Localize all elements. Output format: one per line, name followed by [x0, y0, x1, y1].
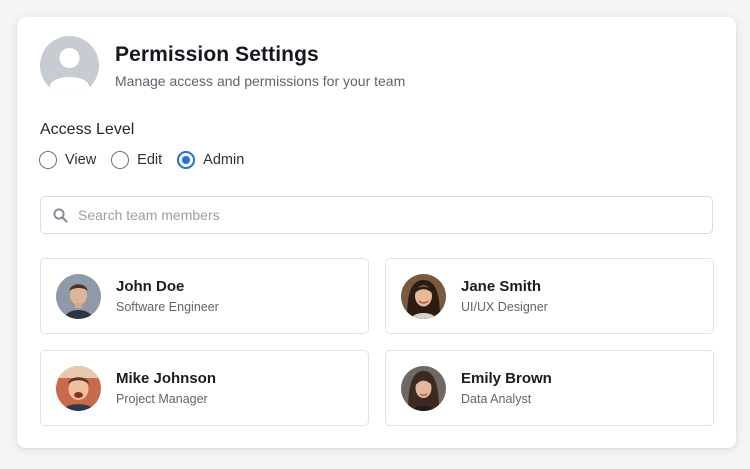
team-members-grid: John Doe Software Engineer Jane Smith UI… — [40, 258, 714, 426]
member-info: John Doe Software Engineer — [116, 277, 219, 315]
member-info: Jane Smith UI/UX Designer — [461, 277, 548, 315]
member-name: Jane Smith — [461, 278, 542, 295]
radio-admin[interactable]: Admin — [177, 151, 244, 169]
avatar — [56, 273, 101, 319]
header-text: Permission Settings Manage access and pe… — [115, 42, 405, 90]
radio-view-label[interactable]: View — [65, 152, 96, 168]
radio-edit-label[interactable]: Edit — [137, 152, 162, 168]
member-role: Data Analyst — [461, 392, 532, 406]
member-name: John Doe — [116, 278, 185, 295]
radio-edit-circle[interactable] — [111, 151, 130, 169]
member-card-emily-brown[interactable]: Emily Brown Data Analyst — [385, 350, 714, 426]
member-role: Project Manager — [116, 392, 208, 406]
search-box[interactable] — [40, 196, 713, 234]
access-level-radio-group: View Edit Admin — [39, 151, 259, 169]
search-input[interactable] — [78, 207, 678, 223]
member-info: Mike Johnson Project Manager — [116, 369, 216, 407]
page-title: Permission Settings — [115, 42, 319, 66]
radio-admin-label[interactable]: Admin — [203, 152, 244, 168]
user-avatar-placeholder-icon — [40, 36, 99, 95]
permission-settings-card: Permission Settings Manage access and pe… — [17, 17, 736, 448]
member-name: Mike Johnson — [116, 370, 217, 387]
avatar — [401, 365, 446, 411]
search-icon — [52, 207, 68, 223]
radio-view[interactable]: View — [39, 151, 96, 169]
member-card-john-doe[interactable]: John Doe Software Engineer — [40, 258, 369, 334]
header: Permission Settings Manage access and pe… — [40, 36, 405, 95]
access-level-label: Access Level — [40, 121, 135, 138]
member-role: Software Engineer — [116, 300, 219, 314]
member-card-jane-smith[interactable]: Jane Smith UI/UX Designer — [385, 258, 714, 334]
member-card-mike-johnson[interactable]: Mike Johnson Project Manager — [40, 350, 369, 426]
radio-admin-circle[interactable] — [177, 151, 196, 169]
member-name: Emily Brown — [461, 370, 552, 387]
avatar — [56, 365, 101, 411]
member-info: Emily Brown Data Analyst — [461, 369, 552, 407]
radio-view-circle[interactable] — [39, 151, 57, 169]
avatar — [401, 273, 446, 319]
member-role: UI/UX Designer — [461, 300, 548, 314]
radio-edit[interactable]: Edit — [111, 151, 162, 169]
page-subtitle: Manage access and permissions for your t… — [115, 72, 406, 89]
